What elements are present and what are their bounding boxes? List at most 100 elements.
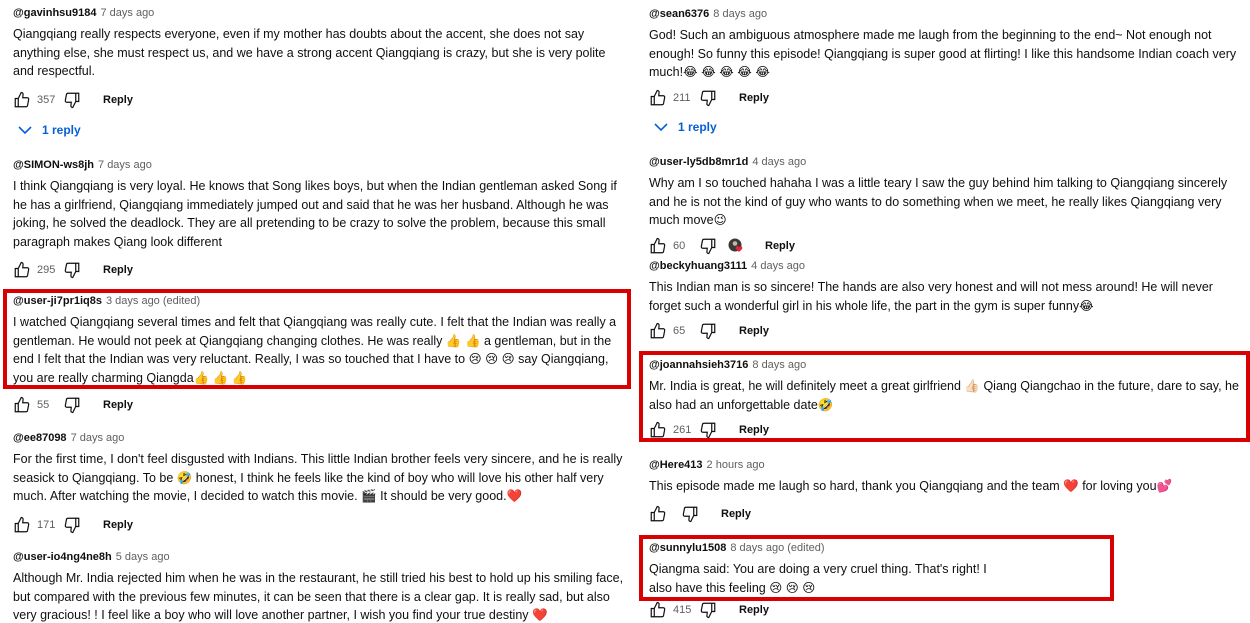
comment-text: Although Mr. India rejected him when he … [13,571,624,622]
like-count: 55 [37,399,50,411]
thumbs-up-icon [14,516,30,532]
comment-author[interactable]: @user-ji7pr1iq8s [13,295,102,307]
thumbs-down-icon [700,238,716,254]
like-button[interactable]: 60 [649,237,699,255]
thumbs-down-icon [64,92,80,108]
comment: @sunnylu1508 8 days ago (edited) Qiangma … [636,541,1250,620]
thumbs-down-icon [64,397,80,414]
thumbs-up-icon [650,505,666,521]
comment-time[interactable]: 5 days ago [116,551,170,563]
comment-time[interactable]: 4 days ago [751,260,805,272]
dislike-button[interactable] [699,421,717,439]
thumbs-down-icon [700,323,716,340]
comment: @user-io4ng4ne8h 5 days ago Although Mr. … [0,550,632,623]
thumbs-up-icon [650,601,666,618]
like-button[interactable]: 211 [649,89,699,107]
like-count: 261 [673,424,692,436]
view-replies-button[interactable]: 1 reply [654,120,1248,134]
comment: @gavinhsu9184 7 days ago Qiangqiang reall… [0,6,632,137]
comment-text: For the first time, I don't feel disgust… [13,452,623,503]
creator-heart-icon [728,238,743,252]
reply-button[interactable]: Reply [103,264,133,276]
dislike-button[interactable] [699,322,717,340]
dislike-button[interactable] [699,601,717,619]
comment-author[interactable]: @joannahsieh3716 [649,359,748,371]
chevron-down-icon [18,125,32,134]
comment-author[interactable]: @Here413 [649,459,703,471]
dislike-button[interactable] [63,91,81,109]
dislike-button[interactable] [699,89,717,107]
comment-author[interactable]: @user-ly5db8mr1d [649,156,748,168]
comment-time[interactable]: 2 hours ago [707,459,765,471]
thumbs-down-icon [700,422,716,439]
comment-time[interactable]: 8 days ago [752,359,806,371]
comment-time[interactable]: 8 days ago (edited) [730,542,824,554]
comment-text: Why am I so touched hahaha I was a littl… [649,176,1228,227]
dislike-button[interactable] [63,396,81,414]
thumbs-up-icon [650,89,666,105]
dislike-button[interactable] [63,261,81,279]
comment-author[interactable]: @user-io4ng4ne8h [13,551,112,563]
reply-button[interactable]: Reply [103,399,133,411]
reply-button[interactable]: Reply [739,92,769,104]
comment-time[interactable]: 7 days ago [71,432,125,444]
comment: @beckyhuang3111 4 days ago This Indian ma… [636,259,1250,341]
comment-author[interactable]: @ee87098 [13,432,67,444]
comment-author[interactable]: @gavinhsu9184 [13,7,96,19]
like-button[interactable]: 415 [649,601,699,619]
reply-button[interactable]: Reply [721,508,751,520]
dislike-button[interactable] [63,516,81,534]
comment-author[interactable]: @beckyhuang3111 [649,260,747,272]
thumbs-down-icon [64,517,80,533]
thumbs-down-icon [700,602,716,619]
thumbs-up-icon [14,91,30,107]
thumbs-down-icon [700,90,716,106]
like-count: 211 [673,91,691,104]
like-button[interactable]: 357 [13,91,63,109]
like-count: 415 [673,604,692,616]
comment-text: Mr. India is great, he will definitely m… [649,379,1239,412]
comment-time[interactable]: 7 days ago [98,159,152,171]
comment-time[interactable]: 3 days ago (edited) [106,295,200,307]
comment-text: Qiangqiang really respects everyone, eve… [13,27,606,78]
like-button[interactable]: 261 [649,421,699,439]
comment-author[interactable]: @sean6376 [649,8,709,20]
reply-button[interactable]: Reply [739,325,769,337]
comment: @user-ji7pr1iq8s 3 days ago (edited) I wa… [0,294,632,415]
thumbs-up-icon [14,261,30,278]
like-button[interactable] [649,505,681,523]
comment: @Here413 2 hours ago This episode made me… [636,458,1250,524]
reply-button[interactable]: Reply [103,519,133,531]
reply-button[interactable]: Reply [739,604,769,616]
like-count: 295 [37,264,56,276]
comment-text: God! Such an ambiguous atmosphere made m… [649,28,1237,79]
comment: @sean6376 8 days ago God! Such an ambiguo… [636,7,1250,134]
like-count: 60 [673,239,686,252]
comment: @user-ly5db8mr1d 4 days ago Why am I so t… [636,155,1250,256]
comment-text: This Indian man is so sincere! The hands… [649,280,1213,313]
like-button[interactable]: 295 [13,261,63,279]
reply-button[interactable]: Reply [739,424,769,436]
comment-text: This episode made me laugh so hard, than… [649,479,1173,493]
reply-button[interactable]: Reply [103,94,133,106]
comment: @ee87098 7 days ago For the first time, I… [0,431,632,535]
chevron-down-icon [654,122,668,131]
thumbs-up-icon [650,421,666,438]
comment-text: Qiangma said: You are doing a very cruel… [649,562,987,595]
replies-label: 1 reply [42,122,81,137]
comment: @SIMON-ws8jh 7 days ago I think Qiangqian… [0,158,632,280]
reply-button[interactable]: Reply [765,240,795,252]
comment-time[interactable]: 4 days ago [752,156,806,168]
comment-time[interactable]: 7 days ago [100,7,154,19]
replies-label: 1 reply [678,119,717,134]
like-button[interactable]: 65 [649,322,699,340]
dislike-button[interactable] [699,237,717,255]
dislike-button[interactable] [681,505,699,523]
like-button[interactable]: 171 [13,516,63,534]
comment-author[interactable]: @sunnylu1508 [649,542,726,554]
like-button[interactable]: 55 [13,396,63,414]
comment-author[interactable]: @SIMON-ws8jh [13,159,94,171]
creator-heart-badge [727,237,747,255]
view-replies-button[interactable]: 1 reply [18,123,624,137]
comment-time[interactable]: 8 days ago [713,8,767,20]
